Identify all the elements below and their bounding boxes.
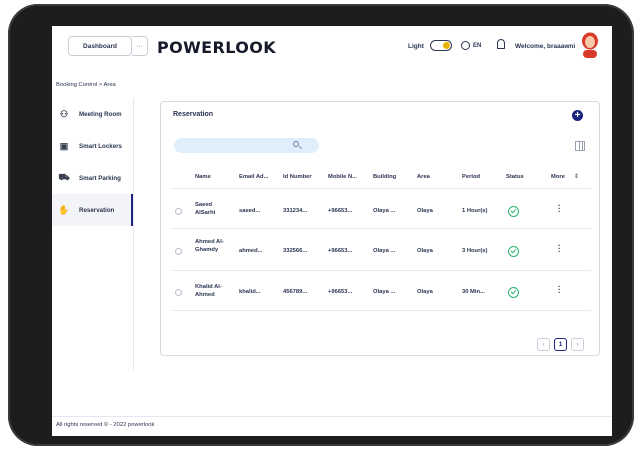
cell-building: Olaya ...: [373, 208, 396, 214]
row-divider: [171, 270, 591, 271]
cell-period: 30 Min...: [462, 289, 485, 295]
footer-text: All rights reserved © - 2022 powerlook: [56, 422, 155, 428]
column-header-building[interactable]: Building: [373, 174, 396, 180]
next-page-button[interactable]: ›: [571, 338, 584, 351]
row-divider: [171, 228, 591, 229]
reservation-icon: ✋: [58, 204, 70, 215]
cell-email: khalid...: [239, 289, 261, 295]
bell-icon[interactable]: [497, 39, 505, 49]
column-header-id[interactable]: Id Number: [283, 174, 312, 180]
card-title: Reservation: [173, 111, 214, 118]
sort-icon[interactable]: ⇕: [574, 173, 579, 180]
sidebar-item-label: Smart Lockers: [79, 142, 122, 150]
cell-name: Saeed AlSarhi: [195, 202, 216, 216]
column-header-name[interactable]: Name: [195, 174, 211, 180]
prev-page-button[interactable]: ‹: [537, 338, 550, 351]
more-options-icon[interactable]: · · ·: [558, 283, 561, 297]
avatar[interactable]: [580, 32, 600, 58]
sidebar-item-reservation[interactable]: ✋ Reservation: [52, 194, 133, 226]
meeting-room-icon: ⚇: [59, 108, 69, 119]
sidebar-item-meeting-room[interactable]: ⚇ Meeting Room: [52, 98, 133, 130]
cell-building: Olaya ...: [373, 289, 396, 295]
row-select-radio[interactable]: [175, 208, 182, 215]
column-header-area[interactable]: Area: [417, 174, 430, 180]
sidebar-item-label: Meeting Room: [79, 110, 122, 118]
cell-id: 456789...: [283, 289, 308, 295]
search-input[interactable]: [174, 138, 319, 153]
cell-building: Olaya ...: [373, 248, 396, 254]
status-check-icon: [508, 206, 519, 217]
cell-id: 332566...: [283, 248, 308, 254]
row-select-radio[interactable]: [175, 289, 182, 296]
columns-icon[interactable]: [575, 141, 585, 151]
more-options-icon[interactable]: · · ·: [558, 202, 561, 216]
page-1-button[interactable]: 1: [554, 338, 567, 351]
cell-mobile: +96653...: [328, 248, 353, 254]
sidebar: ⚇ Meeting Room ▣ Smart Lockers ⛟ Smart P…: [52, 98, 134, 370]
dashboard-button[interactable]: Dashboard: [68, 36, 132, 56]
footer-divider: [52, 416, 612, 417]
dashboard-more-button[interactable]: ···: [132, 36, 148, 56]
breadcrumb[interactable]: Booking Control > Area: [56, 82, 116, 88]
cell-period: 3 Hour(s): [462, 248, 488, 254]
sidebar-item-smart-lockers[interactable]: ▣ Smart Lockers: [52, 130, 133, 162]
parking-icon: ⛟: [58, 172, 70, 182]
header: Dashboard ··· POWERLOOK Light EN Welcome…: [52, 26, 612, 74]
cell-mobile: +96653...: [328, 289, 353, 295]
cell-mobile: +96653...: [328, 208, 353, 214]
cell-area: Olaya: [417, 208, 433, 214]
language-selector[interactable]: EN: [473, 43, 481, 49]
reservation-card: Reservation + Name Email Ad... Id Number…: [160, 101, 600, 356]
column-header-email[interactable]: Email Ad...: [239, 174, 268, 180]
column-header-more[interactable]: More: [551, 174, 565, 180]
cell-name: Ahmed Al-Ghamdy: [195, 239, 224, 253]
globe-icon[interactable]: [461, 41, 470, 50]
header-divider: [171, 188, 591, 189]
more-options-icon[interactable]: · · ·: [558, 242, 561, 256]
cell-area: Olaya: [417, 248, 433, 254]
tablet-frame: Dashboard ··· POWERLOOK Light EN Welcome…: [8, 4, 634, 446]
add-reservation-button[interactable]: +: [572, 110, 583, 121]
locker-icon: ▣: [59, 140, 69, 151]
theme-toggle[interactable]: [430, 40, 452, 51]
column-header-period[interactable]: Period: [462, 174, 480, 180]
cell-period: 1 Hour(s): [462, 208, 488, 214]
sidebar-item-label: Smart Parking: [79, 174, 121, 182]
search-icon[interactable]: [293, 141, 299, 147]
sidebar-item-label: Reservation: [79, 206, 115, 214]
cell-name: Khalid Al-Ahmed: [195, 284, 222, 298]
logo: POWERLOOK: [157, 38, 277, 57]
toggle-knob: [443, 42, 450, 49]
column-header-status[interactable]: Status: [506, 174, 524, 180]
column-header-mobile[interactable]: Mobile N...: [328, 174, 357, 180]
app-screen: Dashboard ··· POWERLOOK Light EN Welcome…: [52, 26, 612, 436]
row-select-radio[interactable]: [175, 248, 182, 255]
theme-label: Light: [408, 43, 424, 50]
welcome-text: Welcome, braaawni: [515, 43, 576, 50]
status-check-icon: [508, 246, 519, 257]
cell-email: saeed...: [239, 208, 261, 214]
row-divider: [171, 310, 591, 311]
sidebar-item-smart-parking[interactable]: ⛟ Smart Parking: [52, 162, 133, 194]
cell-id: 331234...: [283, 208, 308, 214]
cell-email: ahmed...: [239, 248, 263, 254]
cell-area: Olaya: [417, 289, 433, 295]
status-check-icon: [508, 287, 519, 298]
